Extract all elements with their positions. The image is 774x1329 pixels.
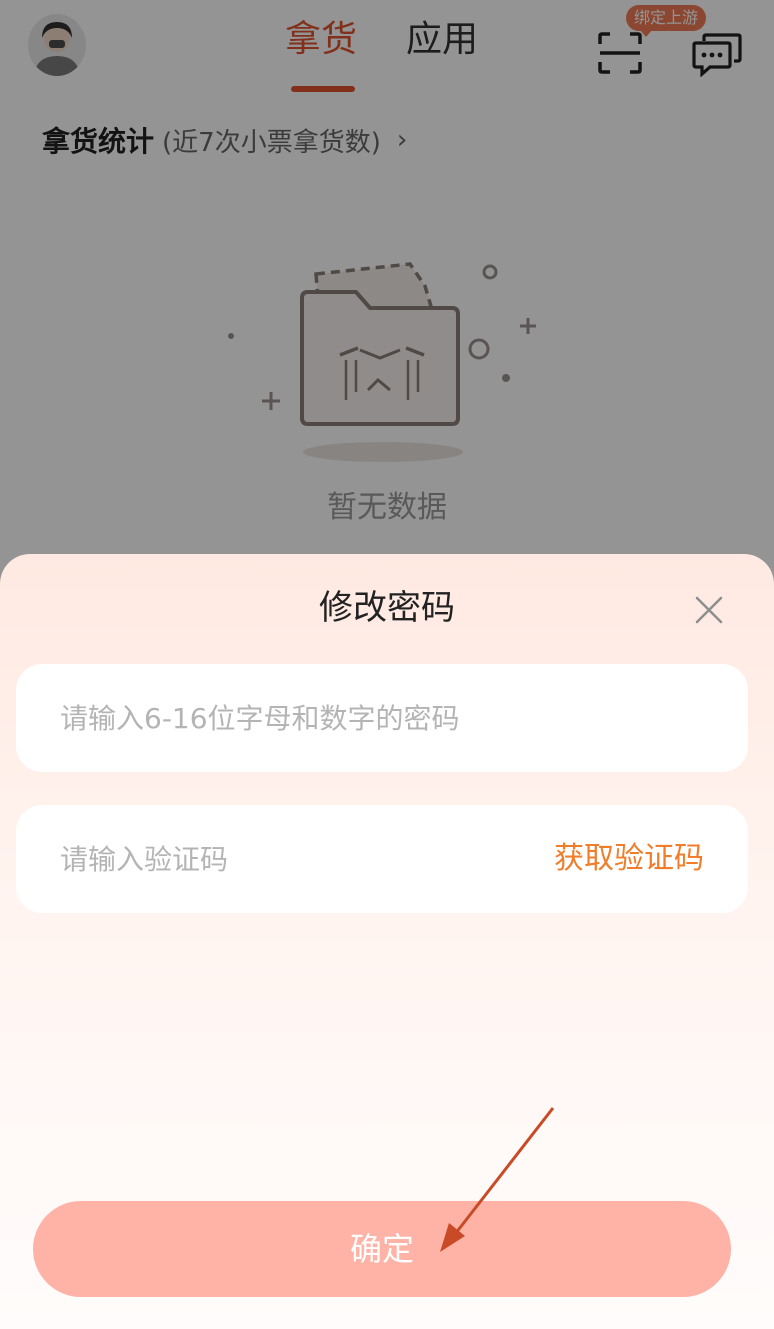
new-password-input[interactable] xyxy=(60,664,710,772)
verification-code-input[interactable] xyxy=(60,805,500,913)
code-field-container: 获取验证码 xyxy=(16,805,748,913)
change-password-sheet: 修改密码 获取验证码 确定 xyxy=(0,554,774,1329)
confirm-button[interactable]: 确定 xyxy=(33,1201,731,1297)
password-field-container xyxy=(16,664,748,772)
sheet-title: 修改密码 xyxy=(319,588,455,628)
close-icon[interactable] xyxy=(690,591,728,629)
get-code-button[interactable]: 获取验证码 xyxy=(554,805,704,913)
